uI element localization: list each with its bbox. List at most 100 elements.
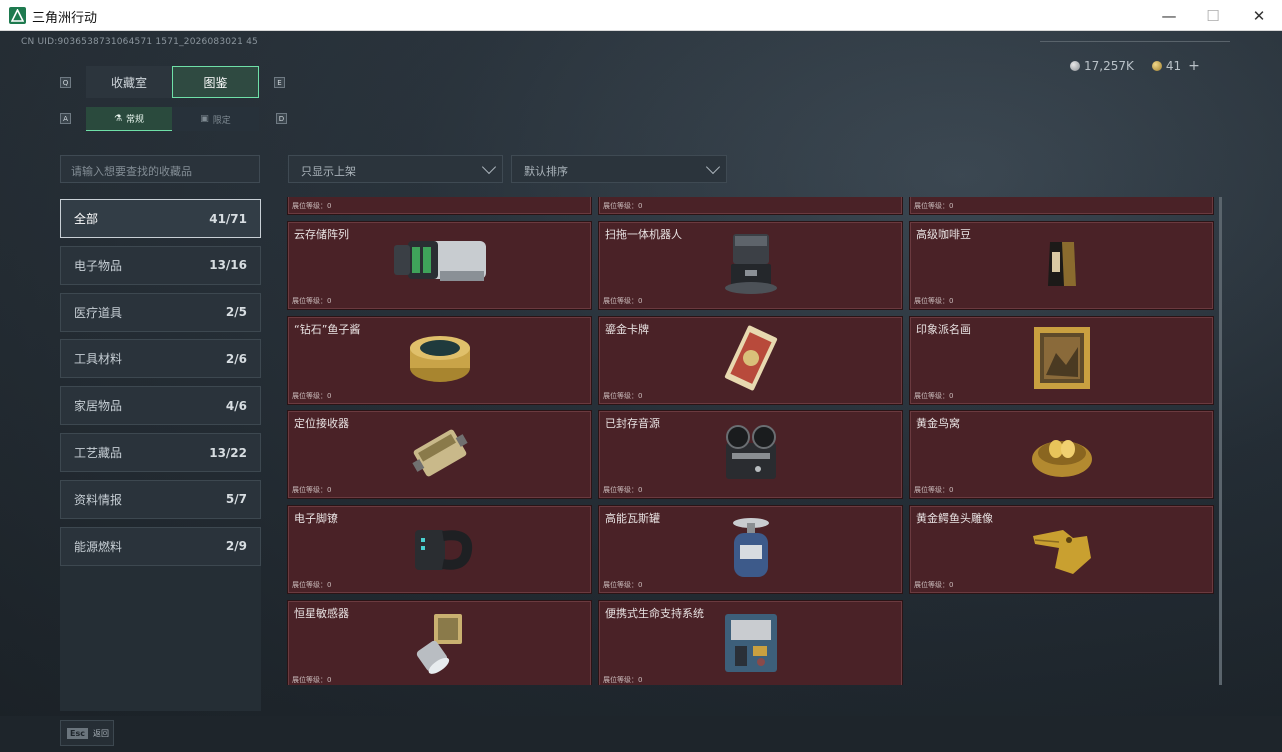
showcase-level: 展位等级：0 xyxy=(603,391,643,400)
collection-card[interactable]: 黄金鸟窝展位等级：0 xyxy=(909,410,1214,500)
showcase-level: 展位等级：0 xyxy=(292,202,332,210)
showcase-level: 展位等级：0 xyxy=(914,486,954,495)
subtab-normal[interactable]: ⚗ 常规 xyxy=(86,107,172,131)
key-hint-e: E xyxy=(274,77,285,88)
showcase-level: 展位等级：0 xyxy=(292,486,332,495)
game-content: CN UID:9036538731064571 1571_2026083021 … xyxy=(0,31,1282,752)
currency-gold-value: 41 xyxy=(1165,59,1182,73)
category-item[interactable]: 工具材料 2/6 xyxy=(60,339,261,379)
minimize-button[interactable]: — xyxy=(1146,0,1192,31)
sort-label: 默认排序 xyxy=(524,165,568,178)
ankle-monitor-icon xyxy=(407,518,473,582)
item-name: 已封存音源 xyxy=(605,417,660,431)
app-logo-icon xyxy=(9,7,26,24)
golden-nest-icon xyxy=(1030,425,1094,485)
collection-card[interactable]: 高级咖啡豆 展位等级：0 xyxy=(909,220,1214,310)
category-label: 电子物品 xyxy=(74,258,123,273)
category-count: 5/7 xyxy=(225,492,247,507)
collection-card[interactable]: 印象派名画 展位等级：0 xyxy=(909,315,1214,405)
gold-card-icon xyxy=(721,325,781,395)
category-item[interactable]: 全部 41/71 xyxy=(60,199,261,238)
category-count: 2/9 xyxy=(225,539,247,554)
subtab-limited-label: 限定 xyxy=(212,115,231,126)
item-name: 黄金鳄鱼头雕像 xyxy=(916,512,993,526)
collection-card[interactable]: 云存储阵列 展位等级：0 xyxy=(287,220,592,310)
showcase-level: 展位等级：0 xyxy=(914,202,954,210)
tab-atlas[interactable]: 图鉴 xyxy=(172,66,259,98)
showcase-level: 展位等级：0 xyxy=(292,676,332,684)
category-item[interactable]: 家居物品 4/6 xyxy=(60,386,261,426)
window-title: 三角洲行动 xyxy=(32,11,98,26)
item-name: “钻石”鱼子酱 xyxy=(294,322,361,336)
robot-vacuum-icon xyxy=(721,230,781,300)
category-count: 13/22 xyxy=(209,445,247,460)
item-name: 鎏金卡牌 xyxy=(605,322,649,336)
collection-card[interactable]: 展位等级：0 xyxy=(909,197,1214,215)
collection-card[interactable]: 高能瓦斯罐 展位等级：0 xyxy=(598,505,903,595)
silver-coin-icon xyxy=(1070,61,1080,71)
game-window: 三角洲行动 — ☐ ✕ CN UID:9036538731064571 1571… xyxy=(0,0,1282,752)
search-input[interactable]: 请输入想要查找的收藏品 xyxy=(60,155,260,183)
esc-key-hint: Esc xyxy=(67,727,88,739)
key-hint-d: D xyxy=(276,113,287,124)
item-name: 高能瓦斯罐 xyxy=(605,512,660,526)
close-button[interactable]: ✕ xyxy=(1236,0,1282,31)
bottom-bar xyxy=(0,716,1282,752)
player-uid: CN UID:9036538731064571 1571_2026083021 … xyxy=(21,37,258,47)
category-label: 全部 xyxy=(74,212,99,226)
item-name: 扫拖一体机器人 xyxy=(605,227,682,241)
category-label: 资料情报 xyxy=(74,492,123,507)
collection-card[interactable]: 便携式生命支持系统 展位等级：0 xyxy=(598,600,903,685)
collection-card[interactable]: 展位等级：0 xyxy=(598,197,903,215)
item-name: 高级咖啡豆 xyxy=(916,227,971,241)
collection-card[interactable]: 展位等级：0 xyxy=(287,197,592,215)
subtab-limited[interactable]: ▣ 限定 xyxy=(172,107,259,131)
item-name: 黄金鸟窝 xyxy=(916,417,960,431)
currency-silver-value: 17,257K xyxy=(1084,59,1134,73)
header-divider xyxy=(1040,41,1230,42)
collection-card[interactable]: “钻石”鱼子酱 展位等级：0 xyxy=(287,315,592,405)
gold-coin-icon xyxy=(1151,61,1162,71)
collection-card[interactable]: 扫拖一体机器人展位等级：0 xyxy=(598,220,903,310)
collection-card[interactable]: 鎏金卡牌展位等级：0 xyxy=(598,315,903,405)
showcase-level: 展位等级：0 xyxy=(292,581,332,590)
category-item[interactable]: 医疗道具 2/5 xyxy=(60,292,261,332)
key-hint-a: A xyxy=(60,113,71,124)
sidebar-background xyxy=(60,561,261,711)
showcase-level: 展位等级：0 xyxy=(603,202,643,210)
collection-card[interactable]: 黄金鳄鱼头雕像 展位等级：0 xyxy=(909,505,1214,595)
collection-card[interactable]: 恒星敏感器 展位等级：0 xyxy=(287,600,592,685)
showcase-level: 展位等级：0 xyxy=(603,486,643,495)
key-hint-q: Q xyxy=(60,77,71,88)
collection-card[interactable]: 定位接收器 展位等级：0 xyxy=(287,410,592,500)
currency-display: 17,257K 41 + xyxy=(1070,58,1200,74)
add-currency-button[interactable]: + xyxy=(1188,58,1200,74)
framed-painting-icon xyxy=(1032,325,1092,395)
item-name: 便携式生命支持系统 xyxy=(605,607,704,620)
golden-crocodile-icon xyxy=(1029,518,1095,582)
sort-dropdown[interactable]: 默认排序 xyxy=(511,155,727,183)
category-item[interactable]: 资料情报 5/7 xyxy=(60,479,261,519)
collection-card[interactable]: 已封存音源展位等级：0 xyxy=(598,410,903,500)
back-label: 返回 xyxy=(92,728,109,738)
tab-collection-room[interactable]: 收藏室 xyxy=(86,66,172,98)
caviar-tin-icon xyxy=(405,328,475,392)
category-count: 41/71 xyxy=(209,211,247,226)
category-item[interactable]: 能源燃料 2/9 xyxy=(60,526,261,566)
back-button[interactable]: Esc 返回 xyxy=(60,720,114,746)
category-count: 2/5 xyxy=(225,305,247,320)
box-icon: ▣ xyxy=(200,114,209,124)
grid-scrollbar[interactable] xyxy=(1219,197,1222,685)
title-bar: 三角洲行动 — ☐ ✕ xyxy=(0,0,1282,31)
showcase-level: 展位等级：0 xyxy=(603,296,643,305)
category-item[interactable]: 电子物品 13/16 xyxy=(60,245,261,285)
maximize-button[interactable]: ☐ xyxy=(1190,0,1236,31)
category-label: 工艺藏品 xyxy=(74,446,123,460)
shelf-filter-dropdown[interactable]: 只显示上架 xyxy=(288,155,503,183)
category-item[interactable]: 工艺藏品 13/22 xyxy=(60,433,261,472)
reel-recorder-icon xyxy=(718,423,784,487)
chevron-down-icon xyxy=(705,159,721,175)
gas-canister-icon xyxy=(726,515,776,585)
category-count: 4/6 xyxy=(225,398,247,413)
collection-card[interactable]: 电子脚镣 展位等级：0 xyxy=(287,505,592,595)
